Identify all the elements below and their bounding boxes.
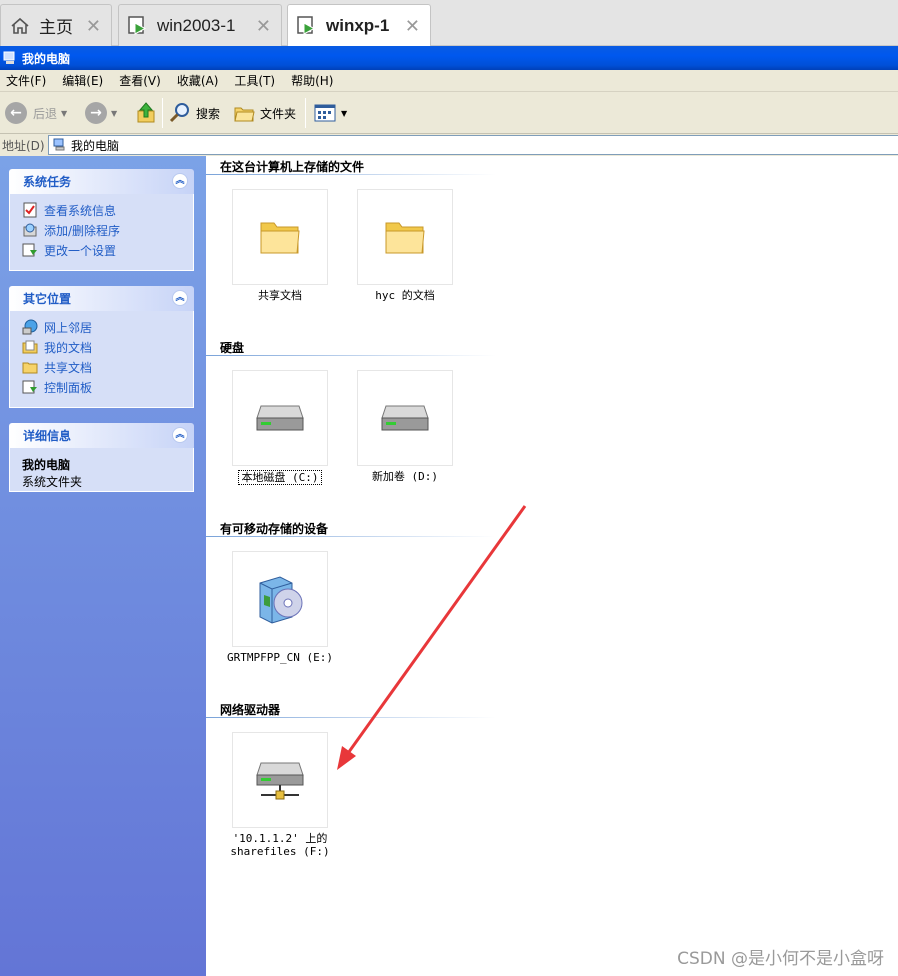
watermark: CSDN @是小何不是小盒呀 (677, 949, 884, 969)
annotation-arrow (337, 505, 527, 770)
